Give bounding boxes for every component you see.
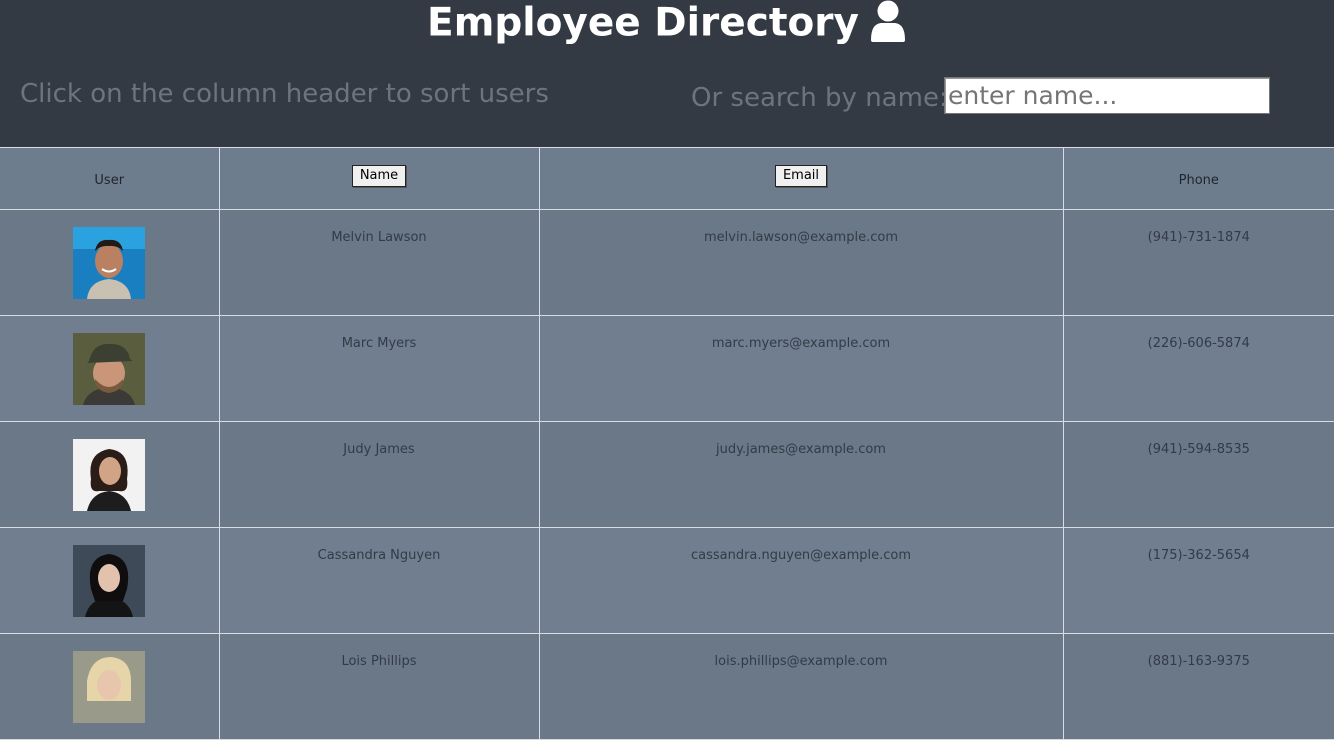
avatar-cell [0, 315, 220, 422]
search-label: Or search by name: [691, 83, 948, 113]
cell-email: melvin.lawson@example.com [538, 209, 1064, 316]
avatar [73, 651, 146, 723]
column-header-name: Name [218, 147, 540, 210]
column-label-user: User [94, 173, 125, 188]
avatar [73, 439, 146, 511]
avatar [73, 227, 146, 299]
cell-email: marc.myers@example.com [538, 315, 1064, 422]
column-header-user: User [0, 147, 220, 210]
cell-email: lois.phillips@example.com [538, 633, 1064, 740]
cell-email: cassandra.nguyen@example.com [538, 527, 1064, 634]
cell-name: Judy James [218, 421, 540, 528]
table-row: Melvin Lawson melvin.lawson@example.com … [0, 209, 1334, 316]
cell-phone: (941)-731-1874 [1062, 209, 1334, 316]
sort-instructions: Click on the column header to sort users [20, 79, 549, 109]
cell-name: Lois Phillips [218, 633, 540, 740]
cell-email: judy.james@example.com [538, 421, 1064, 528]
table-header-row: User Name Email Phone [0, 147, 1334, 210]
page-title: Employee Directory [0, 0, 1334, 47]
cell-name: Cassandra Nguyen [218, 527, 540, 634]
avatar [73, 545, 146, 617]
avatar-cell [0, 421, 220, 528]
cell-phone: (881)-163-9375 [1062, 633, 1334, 740]
search-input[interactable] [944, 77, 1270, 114]
table-row: Marc Myers marc.myers@example.com (226)-… [0, 315, 1334, 422]
avatar [73, 333, 146, 405]
avatar-cell [0, 209, 220, 316]
avatar-cell [0, 633, 220, 740]
column-label-phone: Phone [1178, 173, 1219, 188]
avatar-cell [0, 527, 220, 634]
employee-table: User Name Email Phone Melvin Lawson melv… [0, 147, 1334, 740]
cell-phone: (226)-606-5874 [1062, 315, 1334, 422]
table-row: Cassandra Nguyen cassandra.nguyen@exampl… [0, 527, 1334, 634]
table-row: Lois Phillips lois.phillips@example.com … [0, 633, 1334, 740]
page-header: Employee Directory Click on the column h… [0, 0, 1334, 147]
user-icon [869, 0, 907, 42]
cell-name: Melvin Lawson [218, 209, 540, 316]
cell-phone: (175)-362-5654 [1062, 527, 1334, 634]
page-title-text: Employee Directory [427, 0, 859, 46]
column-header-phone: Phone [1062, 147, 1334, 210]
cell-name: Marc Myers [218, 315, 540, 422]
sort-by-email-button[interactable]: Email [774, 164, 828, 187]
table-row: Judy James judy.james@example.com (941)-… [0, 421, 1334, 528]
sort-by-name-button[interactable]: Name [351, 164, 407, 187]
cell-phone: (941)-594-8535 [1062, 421, 1334, 528]
column-header-email: Email [538, 147, 1064, 210]
